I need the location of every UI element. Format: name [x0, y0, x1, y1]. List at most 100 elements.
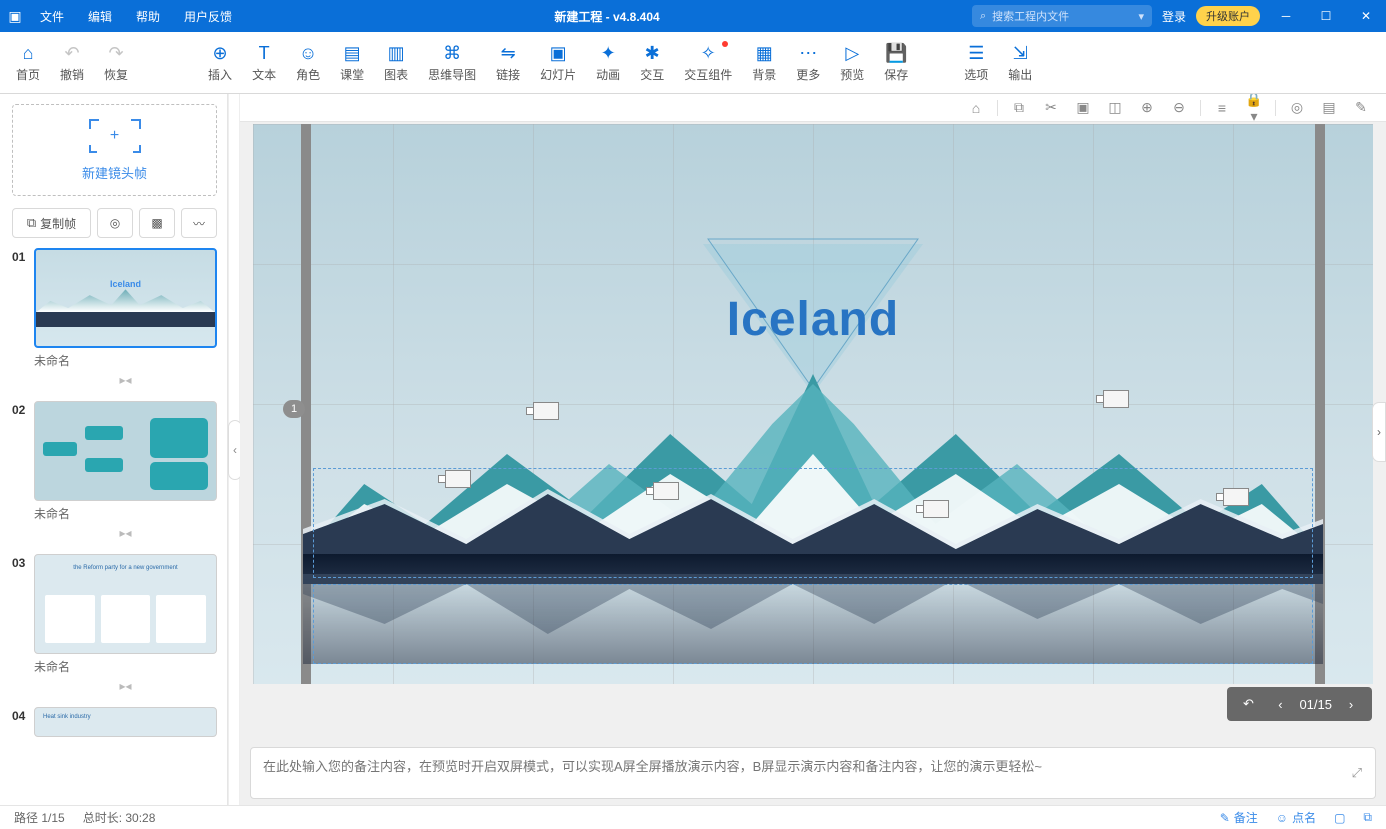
tb-link[interactable]: ⇋链接 — [486, 35, 530, 91]
tb-slide[interactable]: ▣幻灯片 — [530, 35, 586, 91]
camera-button[interactable]: ◎ — [97, 208, 133, 238]
interact-icon: ✱ — [645, 43, 660, 64]
home-view-icon[interactable]: ⌂ — [965, 100, 987, 116]
copy-icon: ⧉ — [27, 215, 36, 231]
expand-icon[interactable]: ⤢ — [1352, 765, 1362, 781]
tb-interact[interactable]: ✱交互 — [630, 35, 674, 91]
tb-undo[interactable]: ↶撤销 — [50, 35, 94, 91]
qr-button[interactable]: ▩ — [139, 208, 175, 238]
tb-classroom[interactable]: ▤课堂 — [330, 35, 374, 91]
tb-redo[interactable]: ↷恢复 — [94, 35, 138, 91]
background-icon: ▦ — [756, 43, 773, 64]
tb-output[interactable]: ⇲输出 — [998, 35, 1042, 91]
slide-marker[interactable] — [1223, 488, 1249, 506]
slide-number: 01 — [12, 248, 34, 395]
tb-chart[interactable]: ▥图表 — [374, 35, 418, 91]
menu-file[interactable]: 文件 — [30, 8, 74, 25]
copy-frame-button[interactable]: ⧉复制帧 — [12, 208, 91, 238]
status-roll-button[interactable]: ☺点名 — [1276, 809, 1316, 826]
slide-label: 未命名 — [34, 352, 217, 369]
edit-icon[interactable]: ✎ — [1350, 99, 1372, 116]
paste-icon[interactable]: ▣ — [1072, 99, 1094, 116]
clipboard-icon[interactable]: ◫ — [1104, 99, 1126, 116]
cut-icon[interactable]: ✂ — [1040, 99, 1062, 116]
right-panel-collapse[interactable]: › — [1372, 402, 1386, 462]
upgrade-button[interactable]: 升级账户 — [1196, 6, 1260, 26]
statusbar: 路径 1/15 总时长: 30:28 ✎备注 ☺点名 ▢ ⧉ — [0, 805, 1386, 829]
copy-icon[interactable]: ⧉ — [1008, 99, 1030, 116]
tb-mindmap[interactable]: ⌘思维导图 — [418, 35, 486, 91]
search-input[interactable]: ⌕ 搜索工程内文件 ▾ — [972, 5, 1152, 27]
selection-box[interactable] — [313, 584, 1313, 664]
slides-list[interactable]: 01 Iceland 未命名 ▸◂ 02 未命名 — [12, 248, 217, 805]
slide-item-4[interactable]: 04 Heat sink industry — [12, 707, 217, 737]
tb-interact-comp[interactable]: ✧交互组件 — [674, 35, 742, 91]
maximize-button[interactable]: ☐ — [1306, 0, 1346, 32]
tb-insert[interactable]: ⊕插入 — [198, 35, 242, 91]
canvas-toolbar: ⌂ ⧉ ✂ ▣ ◫ ⊕ ⊖ ≡ 🔒▾ ◎ ▤ ✎ — [240, 94, 1386, 122]
menu-help[interactable]: 帮助 — [126, 8, 170, 25]
minimize-button[interactable]: ─ — [1266, 0, 1306, 32]
notes-input[interactable] — [250, 747, 1376, 799]
status-box-button[interactable]: ▢ — [1334, 811, 1345, 825]
sidebar-collapse[interactable]: ‹ — [228, 94, 240, 805]
preview-icon: ▷ — [845, 43, 859, 64]
lock-icon[interactable]: 🔒▾ — [1243, 94, 1265, 125]
status-notes-button[interactable]: ✎备注 — [1220, 809, 1258, 826]
menu-edit[interactable]: 编辑 — [78, 8, 122, 25]
tb-text[interactable]: T文本 — [242, 35, 286, 91]
slide-marker[interactable] — [1103, 390, 1129, 408]
menu-feedback[interactable]: 用户反馈 — [174, 8, 242, 25]
tb-role[interactable]: ☺角色 — [286, 35, 330, 91]
person-icon: ☺ — [299, 43, 317, 64]
redo-icon: ↷ — [108, 43, 123, 64]
home-icon: ⌂ — [23, 43, 34, 64]
sidebar: + 新建镜头帧 ⧉复制帧 ◎ ▩ 〰 01 Iceland 未命名 ▸◂ 02 — [0, 94, 228, 805]
menu-bar: 文件 编辑 帮助 用户反馈 — [30, 8, 242, 25]
status-folder-button[interactable]: ⧉ — [1363, 810, 1372, 825]
login-button[interactable]: 登录 — [1162, 8, 1186, 25]
link-icon: ⇋ — [501, 43, 516, 64]
chevron-down-icon: ▾ — [1138, 10, 1144, 23]
slide-marker[interactable] — [445, 470, 471, 488]
align-icon[interactable]: ≡ — [1211, 100, 1233, 116]
tb-home[interactable]: ⌂首页 — [6, 35, 50, 91]
tb-save[interactable]: 💾保存 — [874, 35, 918, 91]
transition-icon[interactable]: ▸◂ — [34, 679, 217, 693]
tb-animation[interactable]: ✦动画 — [586, 35, 630, 91]
canvas[interactable]: 1 Iceland — [253, 124, 1373, 684]
slide-item-3[interactable]: 03 the Reform party for a new government… — [12, 554, 217, 701]
nav-back-button[interactable]: ↶ — [1235, 691, 1261, 717]
wave-button[interactable]: 〰 — [181, 208, 217, 238]
zoom-in-icon[interactable]: ⊕ — [1136, 99, 1158, 116]
snapshot-icon[interactable]: ◎ — [1286, 99, 1308, 116]
window-controls: ─ ☐ ✕ — [1266, 0, 1386, 32]
slide-marker[interactable] — [653, 482, 679, 500]
tb-more[interactable]: ⋯更多 — [786, 35, 830, 91]
zoom-out-icon[interactable]: ⊖ — [1168, 99, 1190, 116]
tb-options[interactable]: ☰选项 — [954, 35, 998, 91]
tb-background[interactable]: ▦背景 — [742, 35, 786, 91]
nav-prev-button[interactable]: ‹ — [1267, 691, 1293, 717]
transition-icon[interactable]: ▸◂ — [34, 373, 217, 387]
nav-next-button[interactable]: › — [1338, 691, 1364, 717]
plus-circle-icon: ⊕ — [213, 43, 228, 64]
options-icon: ☰ — [968, 43, 984, 64]
new-frame-button[interactable]: + 新建镜头帧 — [12, 104, 217, 196]
slide-item-2[interactable]: 02 未命名 ▸◂ — [12, 401, 217, 548]
slide-icon: ▣ — [550, 43, 567, 64]
app-logo: ▣ — [0, 8, 30, 25]
slide-marker[interactable] — [533, 402, 559, 420]
sidebar-tools: ⧉复制帧 ◎ ▩ 〰 — [12, 208, 217, 238]
slide-item-1[interactable]: 01 Iceland 未命名 ▸◂ — [12, 248, 217, 395]
canvas-scroll[interactable]: 1 Iceland — [240, 122, 1386, 741]
close-button[interactable]: ✕ — [1346, 0, 1386, 32]
classroom-icon: ▤ — [344, 43, 361, 64]
slide-marker[interactable] — [923, 500, 949, 518]
tb-preview[interactable]: ▷预览 — [830, 35, 874, 91]
transition-icon[interactable]: ▸◂ — [34, 526, 217, 540]
canvas-title[interactable]: Iceland — [253, 292, 1373, 347]
workarea: + 新建镜头帧 ⧉复制帧 ◎ ▩ 〰 01 Iceland 未命名 ▸◂ 02 — [0, 94, 1386, 805]
more-icon: ⋯ — [799, 43, 817, 64]
layers-icon[interactable]: ▤ — [1318, 99, 1340, 116]
